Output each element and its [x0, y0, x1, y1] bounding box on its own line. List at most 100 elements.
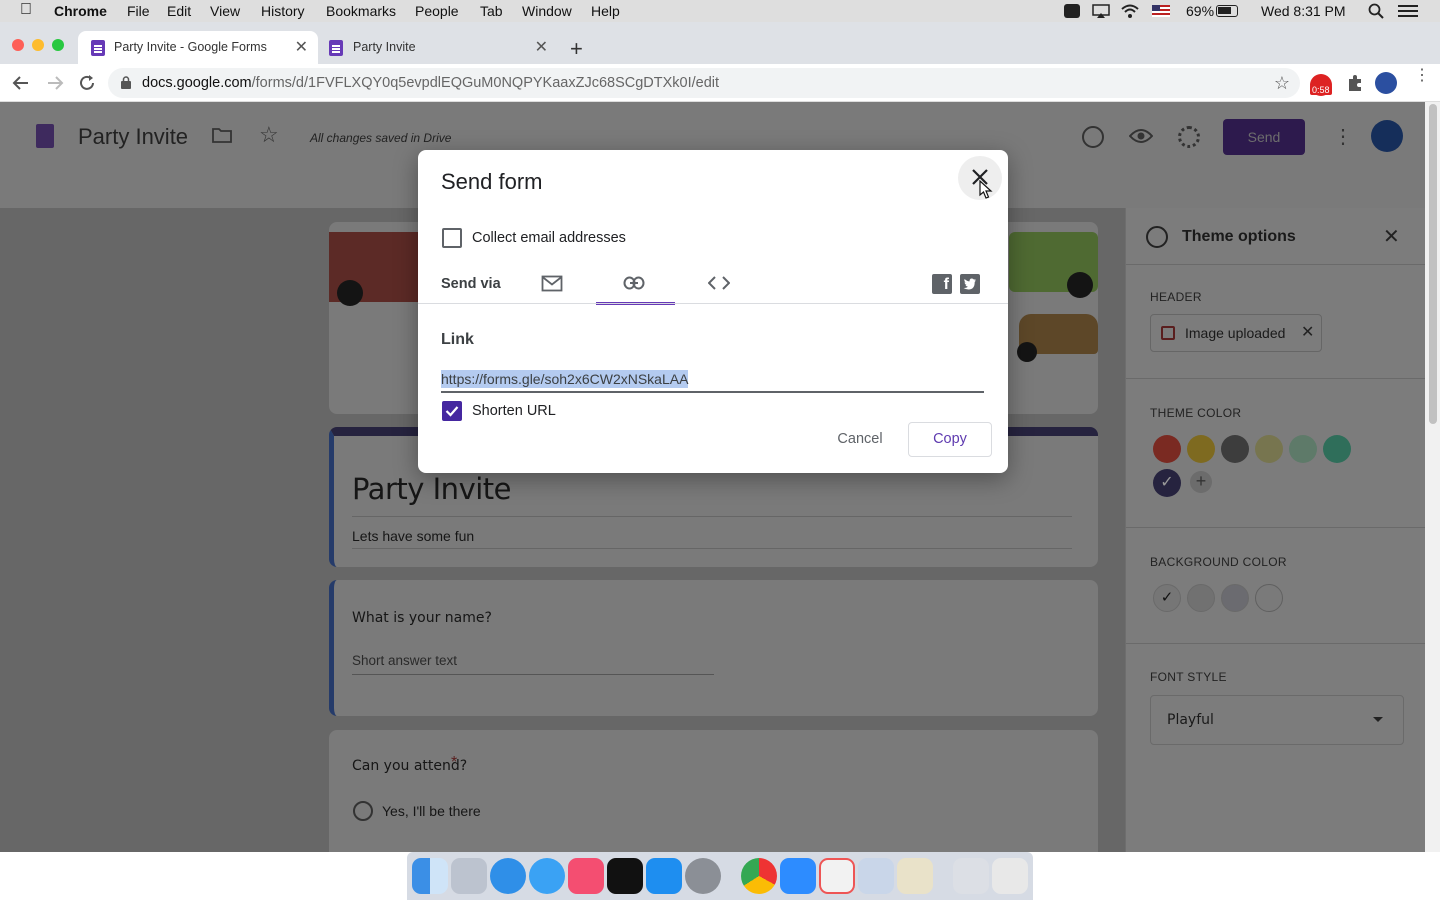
menu-edit[interactable]: Edit	[167, 3, 191, 19]
facebook-icon[interactable]: f	[932, 274, 952, 294]
presentation-app-icon[interactable]	[819, 858, 855, 894]
twitter-icon[interactable]	[960, 274, 980, 294]
remove-image-icon[interactable]: ✕	[1301, 322, 1314, 342]
new-tab-plus-icon[interactable]: +	[570, 36, 583, 62]
trash-icon[interactable]	[992, 858, 1028, 894]
back-arrow-icon[interactable]	[12, 74, 30, 92]
shorten-url-label: Shorten URL	[472, 403, 556, 419]
send-via-label: Send via	[441, 276, 501, 292]
page-scrollbar-thumb[interactable]	[1429, 104, 1437, 424]
tab-party-invite-forms[interactable]: Party Invite - Google Forms ✕	[78, 31, 318, 64]
theme-color-swatch[interactable]	[1255, 435, 1283, 463]
finder-icon[interactable]	[412, 858, 448, 894]
bg-color-swatch-selected[interactable]: ✓	[1153, 584, 1181, 612]
reload-icon[interactable]	[78, 74, 96, 92]
zoom-video-icon[interactable]	[780, 858, 816, 894]
chrome-menu-kebab-icon[interactable]: ⋮	[1414, 68, 1430, 84]
radio-yes[interactable]	[353, 801, 373, 821]
image-uploaded-chip[interactable]: Image uploaded ✕	[1150, 314, 1322, 352]
spotlight-search-icon[interactable]	[1368, 3, 1384, 19]
bg-color-swatch[interactable]	[1221, 584, 1249, 612]
window-close-button[interactable]	[12, 39, 24, 51]
menu-bookmarks[interactable]: Bookmarks	[326, 3, 396, 19]
lock-icon[interactable]	[121, 76, 131, 89]
bg-color-swatch[interactable]	[1255, 584, 1283, 612]
menu-file[interactable]: File	[127, 3, 150, 19]
theme-color-swatch-selected[interactable]: ✓	[1153, 469, 1181, 497]
menu-app-name[interactable]: Chrome	[54, 3, 107, 19]
battery-icon[interactable]	[1216, 5, 1238, 17]
downloads-stack-icon[interactable]	[953, 858, 989, 894]
wifi-icon[interactable]	[1120, 3, 1140, 19]
menu-help[interactable]: Help	[591, 3, 620, 19]
app-store-icon[interactable]	[646, 858, 682, 894]
more-options-kebab-icon[interactable]: ⋮	[1333, 124, 1353, 149]
send-via-embed-tab[interactable]	[708, 276, 730, 290]
form-doc-title[interactable]: Party Invite	[78, 124, 188, 150]
menu-tab[interactable]: Tab	[480, 3, 503, 19]
copy-button[interactable]: Copy	[908, 422, 992, 457]
window-minimize-button[interactable]	[32, 39, 44, 51]
theme-color-swatch[interactable]	[1323, 435, 1351, 463]
star-icon[interactable]: ☆	[259, 122, 279, 148]
add-color-plus-icon[interactable]: +	[1190, 471, 1212, 493]
theme-color-swatch[interactable]	[1289, 435, 1317, 463]
theme-color-swatch[interactable]	[1153, 435, 1181, 463]
extension-badge: 0:58	[1310, 85, 1332, 95]
form-description[interactable]: Lets have some fun	[352, 528, 474, 544]
profile-avatar[interactable]	[1375, 72, 1397, 94]
menu-history[interactable]: History	[261, 3, 305, 19]
menu-window[interactable]: Window	[522, 3, 572, 19]
font-style-dropdown[interactable]: Playful	[1150, 695, 1404, 745]
apple-tv-icon[interactable]	[607, 858, 643, 894]
palette-icon[interactable]	[1082, 126, 1104, 148]
menu-people[interactable]: People	[415, 3, 459, 19]
menu-view[interactable]: View	[210, 3, 240, 19]
cancel-button[interactable]: Cancel	[820, 422, 900, 456]
keynote-icon[interactable]	[858, 858, 894, 894]
tab-close-icon[interactable]: ✕	[295, 37, 308, 57]
question-card-attend[interactable]: Can you attend? * Yes, I'll be there	[329, 730, 1098, 852]
send-button[interactable]: Send	[1223, 119, 1305, 155]
preview-eye-icon[interactable]	[1129, 128, 1153, 144]
collect-email-label: Collect email addresses	[472, 230, 626, 246]
tab-party-invite[interactable]: Party Invite ✕	[318, 31, 558, 64]
collect-email-checkbox[interactable]	[442, 228, 462, 248]
system-preferences-gear-icon[interactable]	[685, 858, 721, 894]
extensions-puzzle-icon[interactable]	[1346, 74, 1364, 92]
send-via-link-tab[interactable]	[596, 262, 675, 305]
question-title[interactable]: What is your name?	[352, 610, 492, 626]
chrome-icon[interactable]	[741, 858, 777, 894]
screen-record-icon[interactable]	[1064, 4, 1080, 18]
control-center-icon[interactable]	[1398, 5, 1418, 17]
settings-gear-icon[interactable]	[1178, 126, 1200, 148]
account-avatar[interactable]	[1371, 120, 1403, 152]
shorten-url-checkbox[interactable]	[442, 401, 462, 421]
launchpad-rocket-icon[interactable]	[451, 858, 487, 894]
folder-icon[interactable]	[212, 127, 232, 143]
theme-close-icon[interactable]: ✕	[1383, 224, 1400, 249]
forms-logo-icon[interactable]	[36, 124, 54, 148]
apple-icon[interactable]: 	[20, 1, 32, 19]
music-icon[interactable]	[568, 858, 604, 894]
bg-color-swatch[interactable]	[1187, 584, 1215, 612]
question-title[interactable]: Can you attend?	[352, 758, 467, 774]
us-flag-icon[interactable]	[1152, 5, 1170, 17]
forward-arrow-icon[interactable]	[46, 74, 64, 92]
theme-color-swatch[interactable]	[1221, 435, 1249, 463]
send-via-email-tab[interactable]	[541, 275, 563, 292]
tab-close-icon[interactable]: ✕	[535, 37, 548, 57]
notes-app-icon[interactable]	[897, 858, 933, 894]
form-title[interactable]: Party Invite	[352, 472, 512, 506]
link-url-field[interactable]: https://forms.gle/soh2x6CW2xNSkaLAA	[441, 370, 689, 388]
window-zoom-button[interactable]	[52, 39, 64, 51]
menu-clock[interactable]: Wed 8:31 PM	[1261, 3, 1346, 19]
messages-icon[interactable]	[529, 858, 565, 894]
safari-icon[interactable]	[490, 858, 526, 894]
save-status: All changes saved in Drive	[310, 131, 452, 145]
theme-color-swatch[interactable]	[1187, 435, 1215, 463]
question-card-name[interactable]: What is your name? Short answer text	[329, 580, 1098, 716]
airplay-icon[interactable]	[1092, 4, 1110, 18]
address-bar[interactable]: docs.google.com/forms/d/1FVFLXQY0q5evpdl…	[108, 68, 1300, 98]
bookmark-star-icon[interactable]: ☆	[1274, 73, 1290, 94]
